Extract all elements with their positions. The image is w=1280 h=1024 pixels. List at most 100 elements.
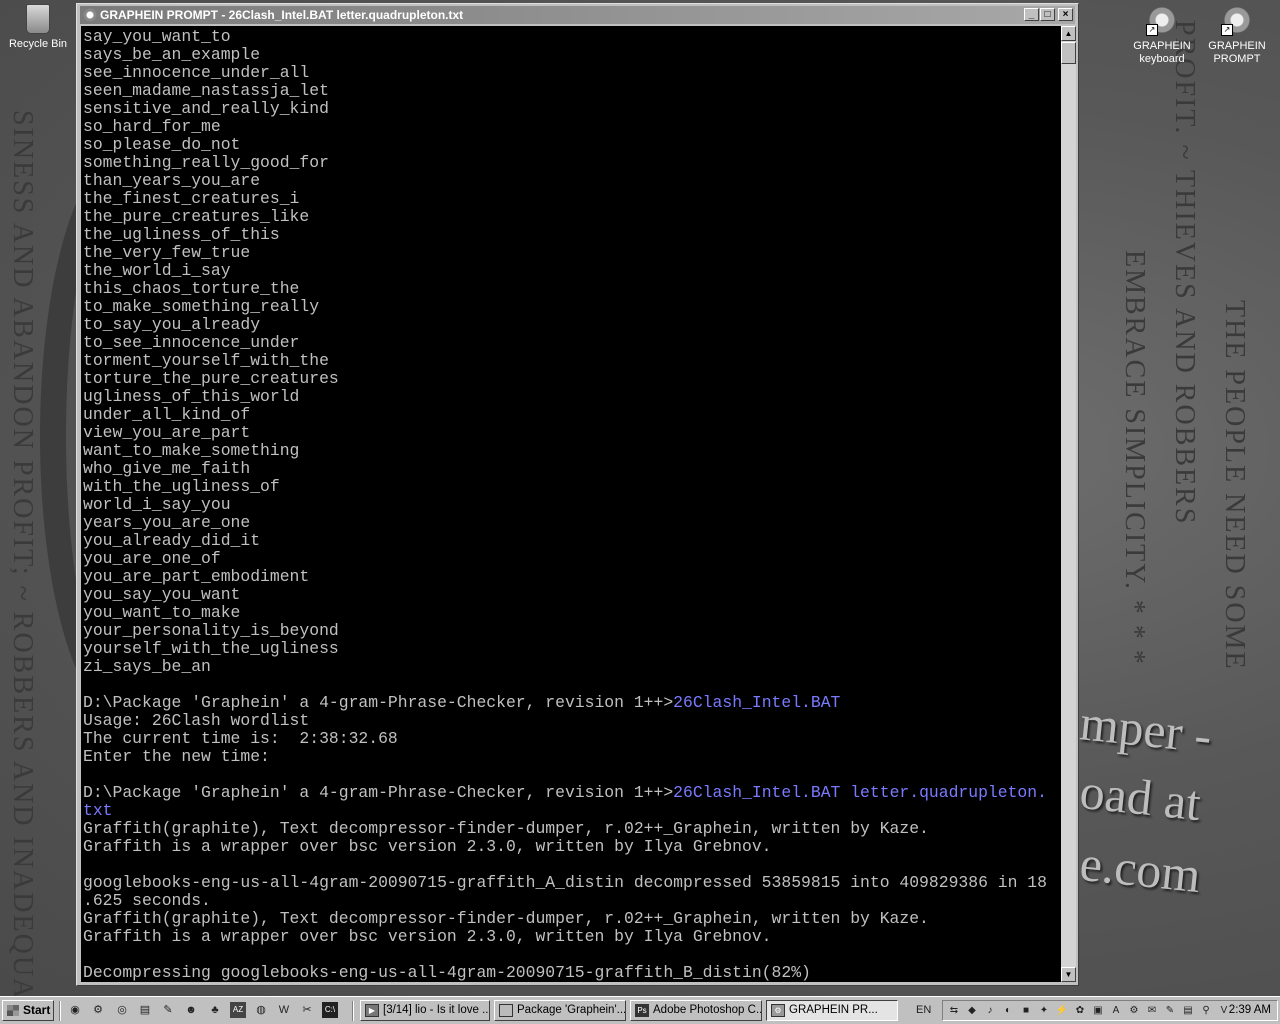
settings-icon[interactable]: ⚙ bbox=[90, 1002, 106, 1018]
wordlist-line: to_see_innocence_under bbox=[83, 333, 300, 352]
console-line: Enter the new time: bbox=[83, 747, 270, 766]
tray-app-icon[interactable]: ⚙ bbox=[1127, 1004, 1141, 1018]
wordlist-line: says_be_an_example bbox=[83, 45, 261, 64]
wordlist-line: see_innocence_under_all bbox=[83, 63, 310, 82]
folder-icon bbox=[499, 1004, 513, 1017]
tray-app-icon[interactable]: ◐ bbox=[1001, 1004, 1015, 1018]
gear-icon: ↗ bbox=[1221, 4, 1253, 36]
console-command: 26Clash_Intel.BAT letter.quadrupleton. bbox=[673, 783, 1047, 802]
desktop-icon-label: GRAPHEIN keyboard bbox=[1133, 40, 1191, 65]
console-line: googlebooks-eng-us-all-4gram-20090715-gr… bbox=[83, 873, 1047, 892]
tray-app-icon[interactable]: ◆ bbox=[965, 1004, 979, 1018]
language-indicator[interactable]: EN bbox=[916, 1000, 931, 1021]
desktop-icon-recycle-bin[interactable]: Recycle Bin bbox=[0, 4, 76, 51]
scroll-down-button[interactable]: ▼ bbox=[1061, 967, 1076, 982]
vertical-scrollbar[interactable]: ▲ ▼ bbox=[1061, 26, 1076, 982]
window-title: GRAPHEIN PROMPT - 26Clash_Intel.BAT lett… bbox=[100, 8, 464, 22]
desktop-icon-graphein-keyboard[interactable]: ↗ GRAPHEIN keyboard bbox=[1124, 4, 1200, 66]
wordlist-line: ugliness_of_this_world bbox=[83, 387, 300, 406]
word-icon[interactable]: W bbox=[276, 1002, 292, 1018]
wordlist-line: torment_yourself_with_the bbox=[83, 351, 329, 370]
taskbar-task-folder[interactable]: Package 'Graphein'... bbox=[494, 1000, 626, 1021]
scroll-up-button[interactable]: ▲ bbox=[1061, 26, 1076, 41]
wordlist-line: with_the_ugliness_of bbox=[83, 477, 280, 496]
wallpaper-text: PROFIT. ~ THIEVES AND ROBBERS bbox=[1169, 20, 1200, 526]
console-wordlist: say_you_want_to says_be_an_example see_i… bbox=[83, 27, 339, 676]
dictionary-icon[interactable]: ♣ bbox=[207, 1002, 223, 1018]
browser-icon[interactable]: ◉ bbox=[67, 1002, 83, 1018]
task-label: GRAPHEIN PR... bbox=[789, 1004, 878, 1016]
gear-icon: ⚙ bbox=[771, 1004, 785, 1017]
console-command: txt bbox=[83, 801, 113, 820]
tray-app-icon[interactable]: ▣ bbox=[1091, 1004, 1105, 1018]
tray-app-icon[interactable]: ⚡ bbox=[1055, 1004, 1069, 1018]
console-prompt: D:\Package 'Graphein' a 4-gram-Phrase-Ch… bbox=[83, 783, 674, 802]
search-icon[interactable]: ⚲ bbox=[1199, 1004, 1213, 1018]
wordlist-line: so_please_do_not bbox=[83, 135, 241, 154]
wordlist-line: under_all_kind_of bbox=[83, 405, 251, 424]
globe-icon[interactable]: ◍ bbox=[253, 1002, 269, 1018]
wordlist-line: the_ugliness_of_this bbox=[83, 225, 280, 244]
user-icon[interactable]: ☻ bbox=[183, 1002, 199, 1018]
editor-icon[interactable]: ✎ bbox=[160, 1002, 176, 1018]
tray-app-icon[interactable]: ▤ bbox=[1181, 1004, 1195, 1018]
wordlist-line: say_you_want_to bbox=[83, 27, 231, 46]
wordlist-line: seen_madame_nastassja_let bbox=[83, 81, 329, 100]
wordlist-line: torture_the_pure_creatures bbox=[83, 369, 339, 388]
wordlist-line: world_i_say_you bbox=[83, 495, 231, 514]
window-titlebar[interactable]: GRAPHEIN PROMPT - 26Clash_Intel.BAT lett… bbox=[80, 6, 1075, 24]
network-icon[interactable]: ⇆ bbox=[947, 1004, 961, 1018]
tray-app-icon[interactable]: ✿ bbox=[1073, 1004, 1087, 1018]
console-line: Graffith(graphite), Text decompressor-fi… bbox=[83, 819, 929, 838]
task-label: [3/14] lio - Is it love ... bbox=[383, 1004, 490, 1016]
start-button[interactable]: Start bbox=[2, 1000, 54, 1021]
task-label: Package 'Graphein'... bbox=[517, 1004, 626, 1016]
task-label: Adobe Photoshop C... bbox=[653, 1004, 762, 1016]
taskbar-task-graphein-prompt[interactable]: ⚙ GRAPHEIN PR... bbox=[766, 1000, 898, 1021]
taskbar-separator bbox=[59, 1001, 61, 1021]
wallpaper-big-text: oad at bbox=[1077, 762, 1204, 832]
wordlist-line: this_chaos_torture_the bbox=[83, 279, 300, 298]
folder-icon[interactable]: ▤ bbox=[137, 1002, 153, 1018]
wordlist-line: the_finest_creatures_i bbox=[83, 189, 300, 208]
clock[interactable]: 2:39 AM bbox=[1229, 1001, 1271, 1020]
tray-app-icon[interactable]: ✎ bbox=[1163, 1004, 1177, 1018]
wordlist-line: who_give_me_faith bbox=[83, 459, 251, 478]
taskbar-task-media[interactable]: ▶ [3/14] lio - Is it love ... bbox=[360, 1000, 490, 1021]
desktop-icon-graphein-prompt[interactable]: ↗ GRAPHEIN PROMPT bbox=[1199, 4, 1275, 66]
wordlist-line: want_to_make_something bbox=[83, 441, 300, 460]
stop-icon[interactable]: ■ bbox=[1019, 1004, 1033, 1018]
photoshop-icon: Ps bbox=[635, 1004, 649, 1017]
taskbar-task-photoshop[interactable]: Ps Adobe Photoshop C... bbox=[630, 1000, 762, 1021]
console-prompt: D:\Package 'Graphein' a 4-gram-Phrase-Ch… bbox=[83, 693, 674, 712]
taskbar: Start ◉ ⚙ ◎ ▤ ✎ ☻ ♣ AZ ◍ W ✂ C:\ ▶ [3/14… bbox=[0, 996, 1280, 1024]
console-output[interactable]: say_you_want_to says_be_an_example see_i… bbox=[81, 26, 1061, 982]
scroll-thumb[interactable] bbox=[1061, 42, 1076, 64]
close-button[interactable]: × bbox=[1058, 8, 1073, 21]
volume-icon[interactable]: ♪ bbox=[983, 1004, 997, 1018]
shortcut-arrow-icon: ↗ bbox=[1221, 24, 1233, 36]
console-line: .625 seconds. bbox=[83, 891, 211, 910]
console-line: Graffith(graphite), Text decompressor-fi… bbox=[83, 909, 929, 928]
console-app-icon[interactable] bbox=[83, 8, 97, 22]
wordlist-line: view_you_are_part bbox=[83, 423, 251, 442]
wordlist-line: you_are_part_embodiment bbox=[83, 567, 310, 586]
wallpaper-text: THE PEOPLE NEED SOME bbox=[1219, 300, 1250, 671]
recycle-bin-icon bbox=[26, 4, 50, 34]
wallpaper-text: SINESS AND ABANDON PROFIT; ~ ROBBERS AND… bbox=[7, 110, 38, 996]
tray-app-icon[interactable]: ✉ bbox=[1145, 1004, 1159, 1018]
wordlist-line: than_years_you_are bbox=[83, 171, 261, 190]
wordlist-line: sensitive_and_really_kind bbox=[83, 99, 329, 118]
wordlist-line: to_make_something_really bbox=[83, 297, 320, 316]
maximize-button[interactable]: □ bbox=[1040, 8, 1055, 21]
sort-az-icon[interactable]: AZ bbox=[230, 1002, 246, 1018]
minimize-button[interactable]: _ bbox=[1024, 8, 1039, 21]
tray-app-icon[interactable]: ✦ bbox=[1037, 1004, 1051, 1018]
desktop-icon-label: GRAPHEIN PROMPT bbox=[1208, 40, 1266, 65]
wordlist-line: to_say_you_already bbox=[83, 315, 261, 334]
disc-icon[interactable]: ◎ bbox=[114, 1002, 130, 1018]
tray-app-icon[interactable]: A bbox=[1109, 1004, 1123, 1018]
console-icon[interactable]: C:\ bbox=[322, 1002, 338, 1018]
wordlist-line: so_hard_for_me bbox=[83, 117, 221, 136]
tool-icon[interactable]: ✂ bbox=[299, 1002, 315, 1018]
